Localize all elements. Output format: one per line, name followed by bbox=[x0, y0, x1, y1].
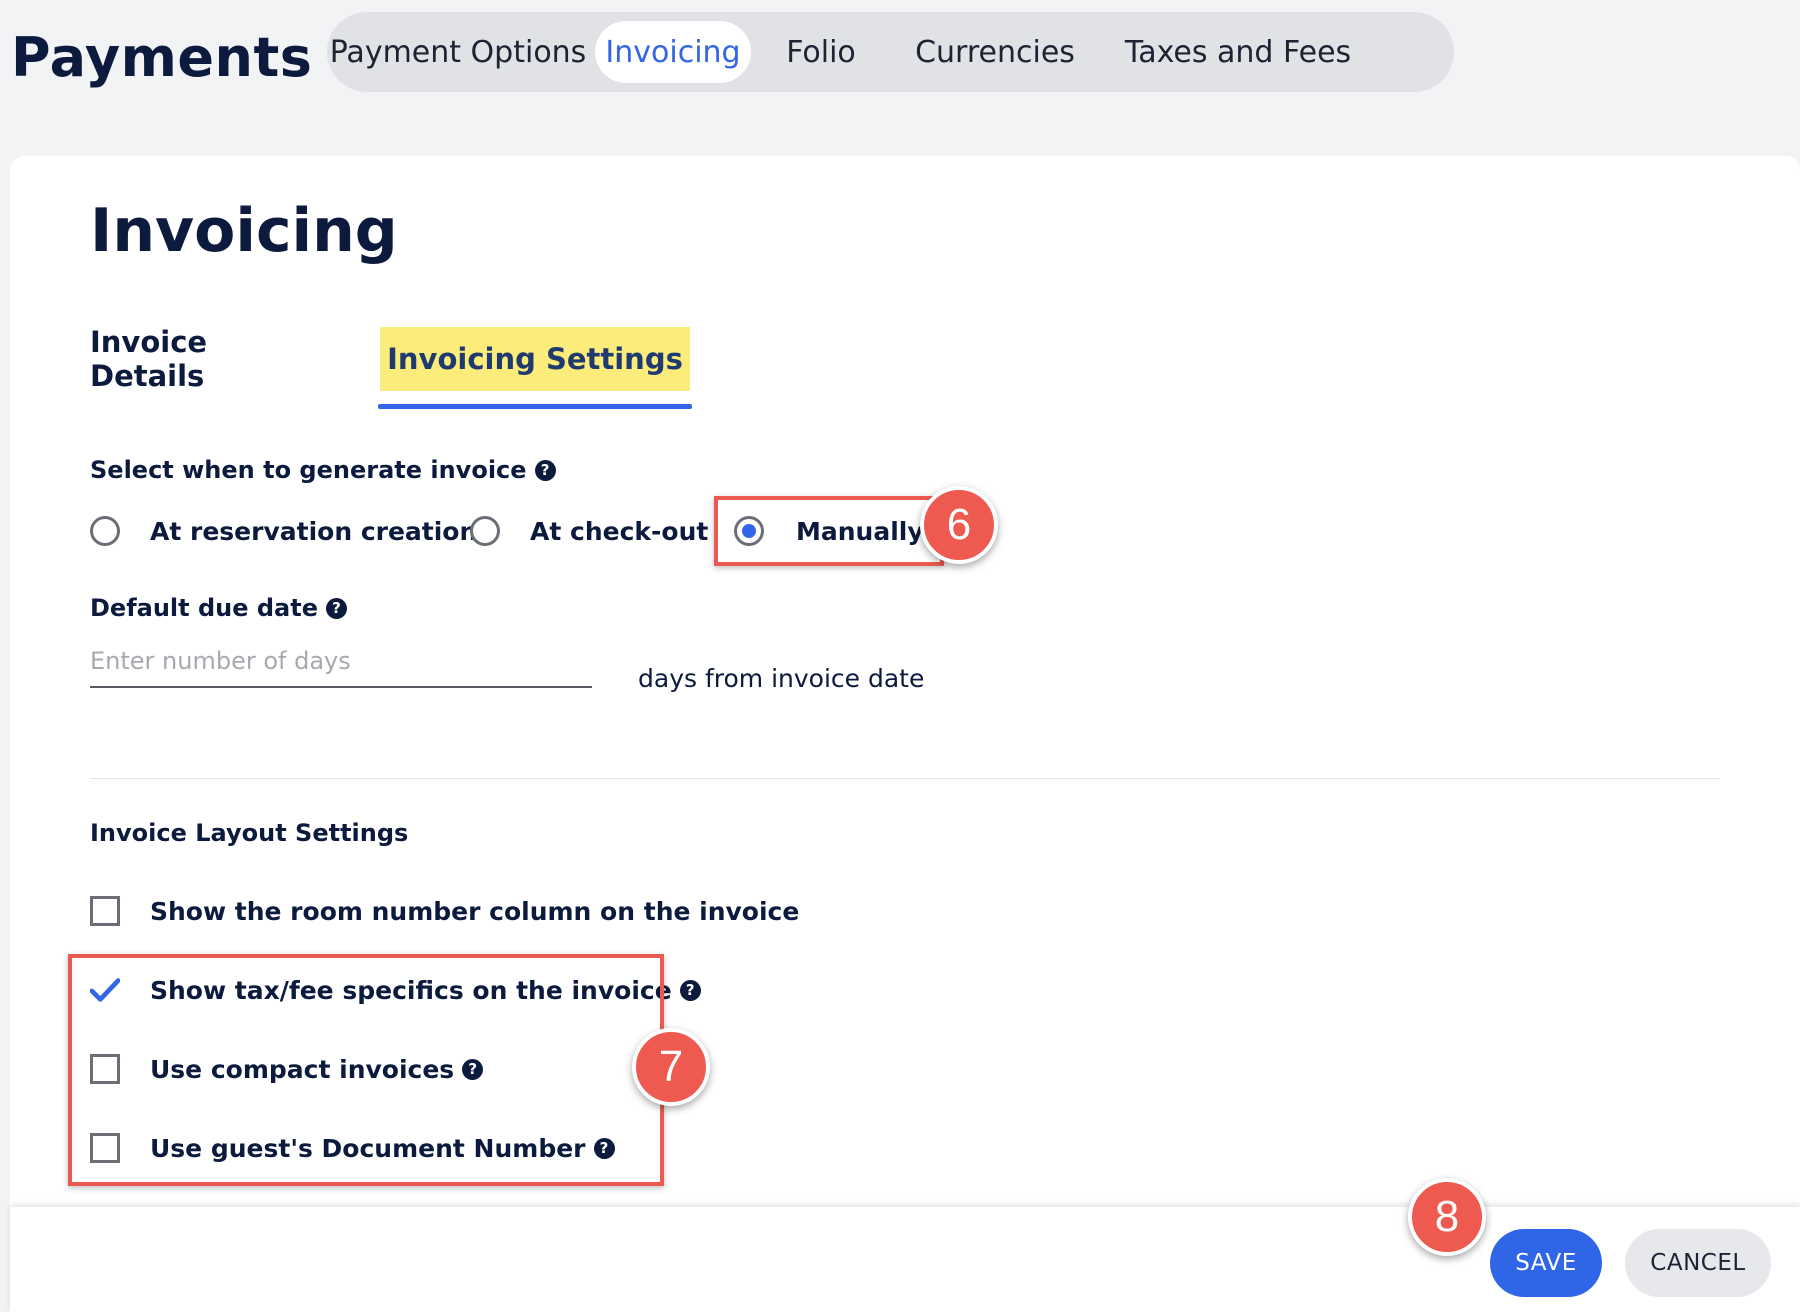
top-tab-bar: Payment Options Invoicing Folio Currenci… bbox=[327, 12, 1454, 92]
invoicing-card: Invoicing Invoice Details Invoicing Sett… bbox=[10, 156, 1800, 1256]
help-icon[interactable]: ? bbox=[326, 597, 347, 619]
save-button[interactable]: SAVE bbox=[1490, 1229, 1602, 1297]
cancel-button[interactable]: CANCEL bbox=[1625, 1229, 1771, 1297]
generate-invoice-label-text: Select when to generate invoice bbox=[90, 456, 527, 484]
checkbox-label-text: Show the room number column on the invoi… bbox=[150, 896, 800, 926]
callout-badge-8: 8 bbox=[1408, 1178, 1486, 1256]
checkbox-unchecked-icon[interactable] bbox=[90, 896, 120, 926]
checkbox-label: Show the room number column on the invoi… bbox=[150, 897, 799, 926]
checkbox-room-number-column[interactable]: Show the room number column on the invoi… bbox=[90, 896, 799, 926]
help-icon[interactable]: ? bbox=[534, 459, 556, 481]
callout-badge-6: 6 bbox=[920, 486, 998, 564]
tab-payment-options[interactable]: Payment Options bbox=[330, 21, 587, 83]
active-tab-indicator bbox=[378, 404, 692, 409]
section-divider bbox=[90, 778, 1720, 779]
radio-unchecked-icon[interactable] bbox=[90, 516, 120, 546]
radio-unchecked-icon[interactable] bbox=[470, 516, 500, 546]
page-title: Payments bbox=[11, 26, 313, 89]
radio-at-reservation-creation[interactable]: At reservation creation bbox=[90, 516, 477, 546]
highlight-box-layout-options bbox=[68, 954, 664, 1186]
due-days-input[interactable] bbox=[90, 636, 592, 688]
due-date-label-text: Default due date bbox=[90, 594, 318, 622]
generate-invoice-label: Select when to generate invoice ? bbox=[90, 456, 556, 484]
subtab-invoicing-settings[interactable]: Invoicing Settings bbox=[380, 327, 690, 391]
radio-label: At check-out bbox=[530, 516, 709, 546]
due-days-suffix: days from invoice date bbox=[638, 664, 925, 693]
section-title: Invoicing bbox=[90, 196, 398, 266]
subtab-invoice-details[interactable]: Invoice Details bbox=[90, 325, 330, 393]
tab-folio[interactable]: Folio bbox=[786, 21, 856, 83]
radio-label: At reservation creation bbox=[150, 516, 478, 546]
tab-invoicing[interactable]: Invoicing bbox=[595, 21, 751, 83]
radio-at-check-out[interactable]: At check-out bbox=[470, 516, 708, 546]
highlight-box-manually bbox=[714, 496, 944, 566]
layout-settings-title: Invoice Layout Settings bbox=[90, 819, 409, 847]
callout-badge-7: 7 bbox=[632, 1028, 710, 1106]
tab-currencies[interactable]: Currencies bbox=[915, 21, 1075, 83]
tab-taxes-and-fees[interactable]: Taxes and Fees bbox=[1125, 21, 1351, 83]
action-footer: SAVE CANCEL bbox=[10, 1207, 1800, 1312]
due-date-label: Default due date ? bbox=[90, 594, 347, 622]
help-icon[interactable]: ? bbox=[679, 979, 701, 1001]
